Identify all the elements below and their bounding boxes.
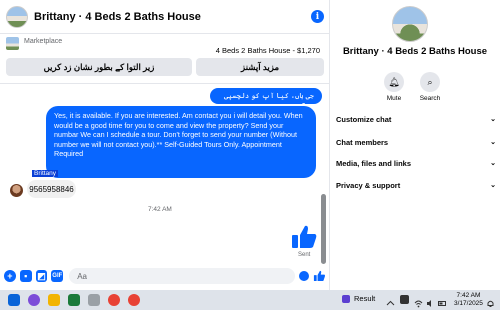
menu-customize-chat[interactable]: Customize chat ⌄ (336, 111, 496, 127)
windows-start-icon[interactable] (8, 294, 20, 306)
add-icon[interactable]: + (4, 270, 16, 282)
mute-label: Mute (386, 95, 402, 102)
notification-bell-icon[interactable] (486, 295, 495, 307)
search-button[interactable]: ⌕ Search (410, 72, 450, 102)
info-icon[interactable]: i (311, 10, 324, 23)
sticker-icon[interactable]: ◩ (35, 270, 48, 282)
file-explorer-icon[interactable] (48, 294, 60, 306)
message-input[interactable]: Aa (69, 268, 296, 284)
chrome-icon[interactable] (128, 294, 140, 306)
scrollbar-thumb[interactable] (321, 194, 326, 264)
bell-icon: 🔔︎ (384, 72, 404, 92)
chevron-up-icon[interactable] (386, 295, 395, 306)
like-sticker-icon (292, 225, 317, 248)
copilot-icon[interactable] (28, 294, 40, 306)
chat-details-panel: Brittany · 4 Beds 2 Baths House 🔔︎ Mute … (330, 0, 500, 290)
menu-label: Media, files and links (336, 158, 412, 168)
menu-label: Privacy & support (336, 180, 401, 190)
clock-time: 7:42 AM (456, 292, 481, 299)
listing-title[interactable]: 4 Beds 2 Baths House - $1,270 (216, 46, 320, 55)
chevron-down-icon: ⌄ (490, 116, 496, 123)
marketplace-label: Marketplace (24, 38, 63, 45)
image-icon[interactable]: ▪ (19, 270, 32, 282)
gif-icon[interactable]: GIF (51, 270, 64, 282)
chat-pane: Brittany · 4 Beds 2 Baths House i Market… (0, 0, 330, 290)
like-button-icon[interactable] (313, 270, 326, 282)
incoming-message[interactable]: 9565958846 (27, 180, 76, 198)
onedrive-icon[interactable] (400, 295, 409, 304)
outgoing-message[interactable]: Yes, it is available. If you are interes… (46, 106, 316, 178)
chrome-icon[interactable] (108, 294, 120, 306)
menu-label: Chat members (336, 137, 389, 147)
message-list: جی ہاں، کیا آپ کو دلچسپی ہے؟ Yes, it is … (0, 84, 330, 264)
sender-avatar[interactable] (10, 184, 23, 197)
sent-status: Sent (298, 252, 311, 258)
battery-icon[interactable] (438, 295, 447, 306)
chevron-down-icon: ⌄ (490, 139, 496, 146)
mute-button[interactable]: 🔔︎ Mute (374, 72, 414, 102)
listing-thumbnail[interactable] (6, 37, 19, 50)
composer-bar: + ▪ ◩ GIF Aa (0, 264, 330, 288)
widget-icon (342, 294, 350, 303)
message-timestamp: 7:42 AM (148, 206, 172, 213)
system-clock[interactable]: 7:42 AM 3/17/2025 (454, 292, 483, 308)
chevron-down-icon: ⌄ (490, 160, 496, 167)
volume-icon[interactable] (426, 295, 435, 307)
app-icon[interactable] (68, 294, 80, 306)
more-options-button[interactable]: مزید آپشنز (196, 58, 324, 76)
conversation-avatar[interactable] (392, 6, 428, 42)
search-label: Search (419, 95, 441, 102)
search-icon: ⌕ (420, 72, 440, 92)
result-label: Result (354, 294, 376, 303)
chat-header: Brittany · 4 Beds 2 Baths House i (0, 0, 330, 34)
conversation-title: Brittany · 4 Beds 2 Baths House (342, 46, 488, 57)
app-icon[interactable] (88, 294, 100, 306)
outgoing-message[interactable]: جی ہاں، کیا آپ کو دلچسپی ہے؟ (210, 88, 322, 110)
taskbar: Result 7:42 AM 3/17/2025 (0, 290, 500, 310)
marketplace-banner: Marketplace 4 Beds 2 Baths House - $1,27… (0, 34, 330, 84)
clock-date: 3/17/2025 (454, 300, 483, 307)
emoji-icon[interactable] (299, 271, 310, 281)
chat-title[interactable]: Brittany · 4 Beds 2 Baths House (34, 11, 311, 23)
menu-media-files[interactable]: Media, files and links ⌄ (336, 155, 496, 171)
search-result-widget[interactable]: Result (342, 294, 375, 303)
wifi-icon[interactable] (414, 295, 423, 308)
chevron-down-icon: ⌄ (490, 182, 496, 189)
menu-label: Customize chat (336, 114, 392, 124)
sender-name: Brittany (32, 170, 59, 177)
menu-chat-members[interactable]: Chat members ⌄ (336, 134, 496, 150)
avatar[interactable] (6, 5, 28, 28)
mark-pending-button[interactable]: زیر التوا کے بطور نشان زد کریں (6, 58, 192, 76)
menu-privacy-support[interactable]: Privacy & support ⌄ (336, 177, 496, 193)
